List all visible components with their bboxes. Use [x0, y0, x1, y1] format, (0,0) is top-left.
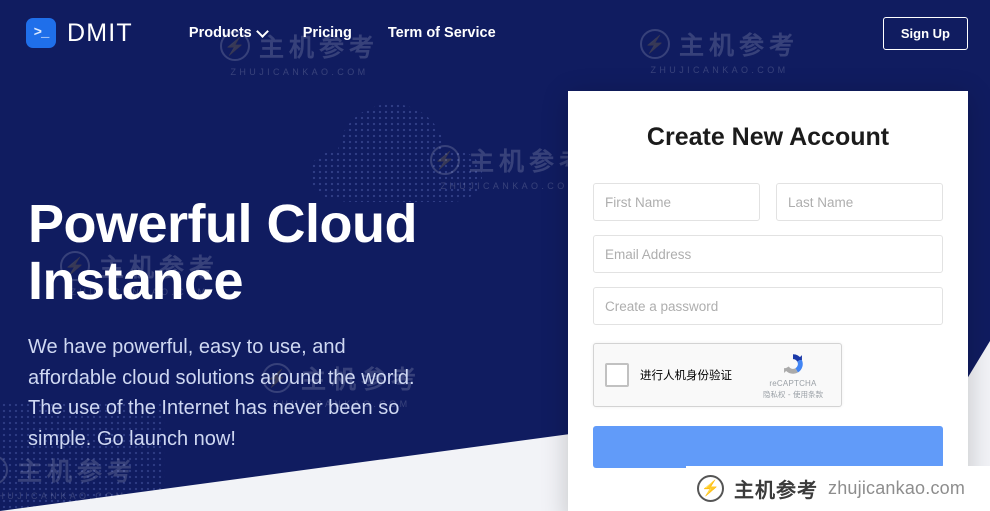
- card-title: Create New Account: [646, 123, 890, 151]
- recaptcha-brand-name: reCAPTCHA: [769, 378, 817, 388]
- brand-logo[interactable]: >_ DMIT: [26, 18, 133, 48]
- hero-title-line-2: Instance: [28, 251, 244, 312]
- nav-label: Products: [188, 25, 252, 41]
- recaptcha-widget[interactable]: 进行人机身份验证 reCAPTCHA 隐私权 - 使用条款: [593, 343, 842, 407]
- nav-item-pricing[interactable]: Pricing: [303, 25, 352, 41]
- first-name-input[interactable]: [593, 183, 760, 221]
- create-account-card: Create New Account 进行人机身份验证 reCAPTCHA 隐私…: [568, 91, 968, 511]
- email-input[interactable]: [593, 235, 943, 273]
- recaptcha-terms[interactable]: 隐私权 - 使用条款: [763, 389, 823, 400]
- sign-up-button[interactable]: Sign Up: [882, 16, 968, 50]
- password-input[interactable]: [593, 287, 943, 325]
- recaptcha-label: 进行人机身份验证: [640, 368, 732, 382]
- page-root: ⚡ 主机参考 ZHUJICANKAO.COM ⚡ 主机参考 ZHUJICANKA…: [0, 0, 990, 511]
- submit-button[interactable]: [593, 426, 943, 468]
- watermark-cn-text: 主机参考: [17, 458, 138, 486]
- watermark-en-text: ZHUJICANKAO.COM: [230, 67, 369, 77]
- recaptcha-branding: reCAPTCHA 隐私权 - 使用条款: [756, 351, 830, 400]
- nav-item-term-of-service[interactable]: Term of Service: [388, 25, 496, 41]
- watermark-logo-icon: ⚡: [0, 455, 8, 485]
- hero-title: Powerful Cloud Instance: [28, 194, 498, 312]
- watermark-bar-logo-icon: ⚡: [697, 475, 724, 502]
- nav-label: Pricing: [302, 25, 352, 41]
- hero-section: Powerful Cloud Instance We have powerful…: [28, 194, 498, 454]
- main-navigation: Products Pricing Term of Service: [189, 25, 496, 41]
- watermark-en-text: ZHUJICANKAO.COM: [0, 491, 127, 501]
- recaptcha-icon: [784, 353, 803, 374]
- name-field-row: [593, 183, 943, 221]
- watermark-logo-icon: ⚡: [430, 145, 460, 175]
- watermark-bar-cn-text: 主机参考: [734, 480, 818, 502]
- recaptcha-checkbox[interactable]: [605, 363, 629, 387]
- watermark-tile: ⚡ 主机参考 ZHUJICANKAO.COM: [0, 452, 137, 501]
- nav-label: Term of Service: [387, 25, 496, 41]
- watermark-tile: ⚡ 主机参考 ZHUJICANKAO.COM: [430, 142, 589, 191]
- hero-title-line-1: Powerful Cloud: [28, 194, 417, 254]
- watermark-bar: ⚡ 主机参考 zhujicankao.com: [686, 466, 990, 511]
- chevron-down-icon: [258, 27, 267, 36]
- last-name-input[interactable]: [776, 183, 943, 221]
- watermark-en-text: ZHUJICANKAO.COM: [440, 181, 579, 191]
- terminal-icon: >_: [26, 18, 56, 48]
- brand-name: DMIT: [67, 18, 133, 47]
- watermark-en-text: ZHUJICANKAO.COM: [650, 65, 789, 75]
- watermark-bar-url: zhujicankao.com: [828, 478, 966, 498]
- nav-item-products[interactable]: Products: [189, 25, 267, 41]
- site-header: >_ DMIT Products Pricing Term of Service…: [0, 0, 990, 66]
- hero-paragraph: We have powerful, easy to use, and affor…: [28, 336, 415, 450]
